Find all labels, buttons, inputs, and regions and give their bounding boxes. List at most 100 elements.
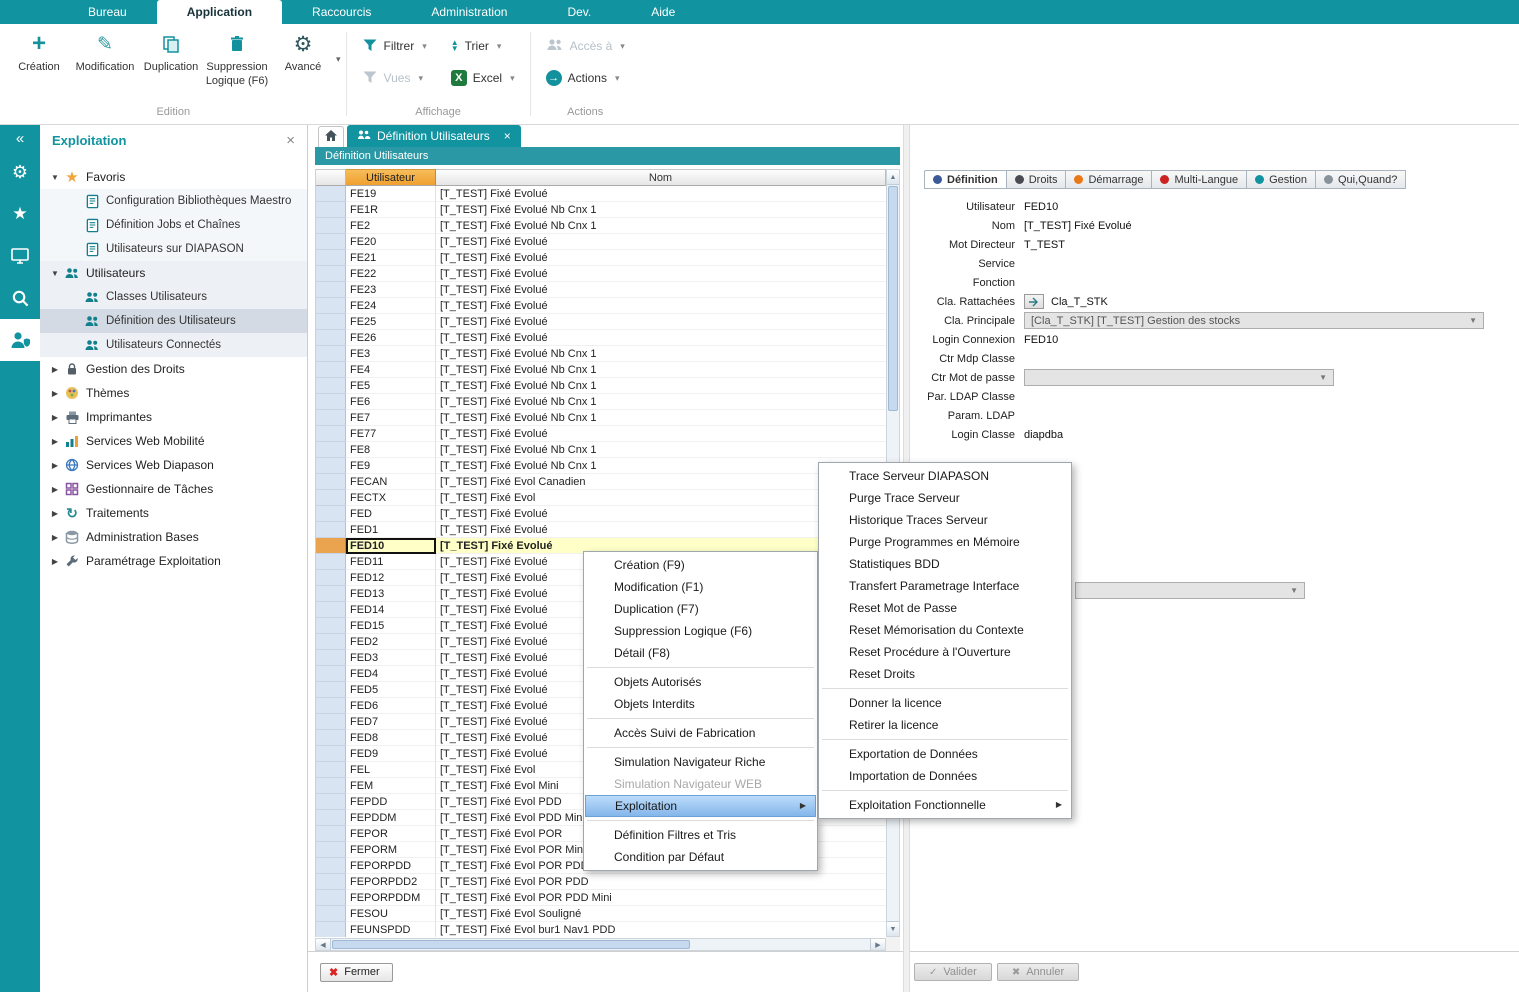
menubar-item-dev[interactable]: Dev. — [537, 0, 621, 24]
menu-item-importation-de-donnees[interactable]: Importation de Données — [819, 765, 1071, 787]
chevron-right-icon[interactable]: ▶ — [48, 413, 62, 422]
table-row-fe26[interactable]: FE26[T_TEST] Fixé Evolué — [316, 330, 886, 346]
cell-utilisateur[interactable]: FE23 — [346, 282, 436, 298]
chevron-right-icon[interactable]: ▶ — [48, 461, 62, 470]
sidebar-item-parametrage-exploitation[interactable]: ▶Paramétrage Exploitation — [40, 549, 307, 573]
cell-utilisateur[interactable]: FECAN — [346, 474, 436, 490]
table-row-fecan[interactable]: FECAN[T_TEST] Fixé Evol Canadien — [316, 474, 886, 490]
row-selector[interactable] — [316, 538, 346, 554]
sidebar-item-utilisateurs-sur-diapason[interactable]: Utilisateurs sur DIAPASON — [40, 237, 307, 261]
gear-icon[interactable]: ⚙ — [0, 151, 40, 193]
cell-utilisateur[interactable]: FED5 — [346, 682, 436, 698]
sidebar-item-favoris[interactable]: ▼★Favoris — [40, 165, 307, 189]
cell-utilisateur[interactable]: FED — [346, 506, 436, 522]
field-value-nom[interactable]: [T_TEST] Fixé Evolué — [1024, 220, 1132, 232]
cell-utilisateur[interactable]: FESOU — [346, 906, 436, 922]
tab-close-icon[interactable]: × — [504, 129, 511, 143]
row-selector[interactable] — [316, 634, 346, 650]
cell-utilisateur[interactable]: FE19 — [346, 186, 436, 202]
menubar-item-raccourcis[interactable]: Raccourcis — [282, 0, 401, 24]
sidebar-item-themes[interactable]: ▶Thèmes — [40, 381, 307, 405]
ribbon-button-duplication[interactable]: Duplication — [138, 24, 204, 75]
cell-utilisateur[interactable]: FE24 — [346, 298, 436, 314]
monitor-icon[interactable] — [0, 235, 40, 277]
chevron-right-icon[interactable]: ▶ — [48, 509, 62, 518]
attach-classes-button[interactable] — [1024, 294, 1044, 309]
row-selector[interactable] — [316, 202, 346, 218]
table-row-fe9[interactable]: FE9[T_TEST] Fixé Evolué Nb Cnx 1 — [316, 458, 886, 474]
menu-item-modification-f1[interactable]: Modification (F1) — [584, 576, 817, 598]
row-selector[interactable] — [316, 730, 346, 746]
ribbon-button-filtrer[interactable]: Filtrer▾ — [352, 37, 437, 56]
ribbon-button-actions[interactable]: →Actions▾ — [536, 70, 635, 86]
sidebar-item-gestionnaire-de-taches[interactable]: ▶Gestionnaire de Tâches — [40, 477, 307, 501]
sidebar-item-configuration-bibliotheques-maestro[interactable]: Configuration Bibliothèques Maestro — [40, 189, 307, 213]
sidebar-item-utilisateurs-connectes[interactable]: Utilisateurs Connectés — [40, 333, 307, 357]
column-header-utilisateur[interactable]: Utilisateur — [346, 169, 436, 186]
scroll-down-icon[interactable]: ▼ — [887, 921, 899, 936]
cell-nom[interactable]: [T_TEST] Fixé Evolué — [436, 314, 886, 330]
chevron-down-icon[interactable]: ▾ — [615, 73, 620, 84]
table-row-fe22[interactable]: FE22[T_TEST] Fixé Evolué — [316, 266, 886, 282]
table-row-fesou[interactable]: FESOU[T_TEST] Fixé Evol Souligné — [316, 906, 886, 922]
row-selector[interactable] — [316, 330, 346, 346]
ribbon-button-suppression-logique-f6[interactable]: Suppression Logique (F6) — [204, 24, 270, 89]
row-selector[interactable] — [316, 490, 346, 506]
menu-item-purge-trace-serveur[interactable]: Purge Trace Serveur — [819, 487, 1071, 509]
row-selector[interactable] — [316, 602, 346, 618]
cell-utilisateur[interactable]: FE26 — [346, 330, 436, 346]
sidebar-item-imprimantes[interactable]: ▶Imprimantes — [40, 405, 307, 429]
menu-item-reset-mot-de-passe[interactable]: Reset Mot de Passe — [819, 597, 1071, 619]
row-selector[interactable] — [316, 394, 346, 410]
cell-utilisateur[interactable]: FEPORPDD2 — [346, 874, 436, 890]
cell-utilisateur[interactable]: FE4 — [346, 362, 436, 378]
chevron-right-icon[interactable]: ▶ — [48, 437, 62, 446]
menu-item-trace-serveur-diapason[interactable]: Trace Serveur DIAPASON — [819, 465, 1071, 487]
row-selector[interactable] — [316, 186, 346, 202]
cell-nom[interactable]: [T_TEST] Fixé Evolué Nb Cnx 1 — [436, 394, 886, 410]
cell-nom[interactable]: [T_TEST] Fixé Evolué — [436, 282, 886, 298]
menu-item-reset-procedure-a-l-ouverture[interactable]: Reset Procédure à l'Ouverture — [819, 641, 1071, 663]
row-selector[interactable] — [316, 426, 346, 442]
star-icon[interactable]: ★ — [0, 193, 40, 235]
cell-nom[interactable]: [T_TEST] Fixé Evol POR PDD — [436, 874, 886, 890]
ribbon-button-trier[interactable]: ▲▼Trier▾ — [441, 39, 525, 53]
cell-utilisateur[interactable]: FE6 — [346, 394, 436, 410]
row-selector[interactable] — [316, 282, 346, 298]
table-row-fe77[interactable]: FE77[T_TEST] Fixé Evolué — [316, 426, 886, 442]
sidebar-item-traitements[interactable]: ▶↻Traitements — [40, 501, 307, 525]
annuler-button[interactable]: ✖ Annuler — [997, 963, 1079, 981]
menu-item-objets-interdits[interactable]: Objets Interdits — [584, 693, 817, 715]
cell-utilisateur[interactable]: FED1 — [346, 522, 436, 538]
chevron-right-icon[interactable]: ▶ — [48, 533, 62, 542]
row-selector[interactable] — [316, 442, 346, 458]
detail-tab-qui-quand[interactable]: Qui,Quand? — [1316, 170, 1406, 189]
scroll-left-icon[interactable]: ◀ — [316, 939, 331, 950]
menu-item-reset-memorisation-du-contexte[interactable]: Reset Mémorisation du Contexte — [819, 619, 1071, 641]
cell-utilisateur[interactable]: FED2 — [346, 634, 436, 650]
cell-nom[interactable]: [T_TEST] Fixé Evol POR PDD Mini — [436, 890, 886, 906]
row-selector[interactable] — [316, 378, 346, 394]
row-selector[interactable] — [316, 618, 346, 634]
table-row-fe19[interactable]: FE19[T_TEST] Fixé Evolué — [316, 186, 886, 202]
detail-extra-select[interactable]: ▼ — [1075, 582, 1305, 599]
table-row-feunspdd[interactable]: FEUNSPDD[T_TEST] Fixé Evol bur1 Nav1 PDD — [316, 922, 886, 937]
cell-utilisateur[interactable]: FED8 — [346, 730, 436, 746]
table-row-fed1[interactable]: FED1[T_TEST] Fixé Evolué — [316, 522, 886, 538]
cell-nom[interactable]: [T_TEST] Fixé Evolué — [436, 426, 886, 442]
cell-utilisateur[interactable]: FE2 — [346, 218, 436, 234]
row-selector[interactable] — [316, 842, 346, 858]
row-selector[interactable] — [316, 906, 346, 922]
chevron-down-icon[interactable]: ▼ — [48, 173, 62, 182]
menu-item-exploitation-fonctionnelle[interactable]: Exploitation Fonctionnelle▶ — [819, 794, 1071, 816]
cell-nom[interactable]: [T_TEST] Fixé Evolué — [436, 298, 886, 314]
selector-column-header[interactable] — [316, 169, 346, 186]
table-row-fe7[interactable]: FE7[T_TEST] Fixé Evolué Nb Cnx 1 — [316, 410, 886, 426]
valider-button[interactable]: ✓ Valider — [914, 963, 992, 981]
table-row-fe5[interactable]: FE5[T_TEST] Fixé Evolué Nb Cnx 1 — [316, 378, 886, 394]
ribbon-button-avance[interactable]: ⚙Avancé — [270, 24, 336, 75]
cell-nom[interactable]: [T_TEST] Fixé Evolué — [436, 186, 886, 202]
row-selector[interactable] — [316, 714, 346, 730]
cell-utilisateur[interactable]: FED9 — [346, 746, 436, 762]
cell-utilisateur[interactable]: FED12 — [346, 570, 436, 586]
